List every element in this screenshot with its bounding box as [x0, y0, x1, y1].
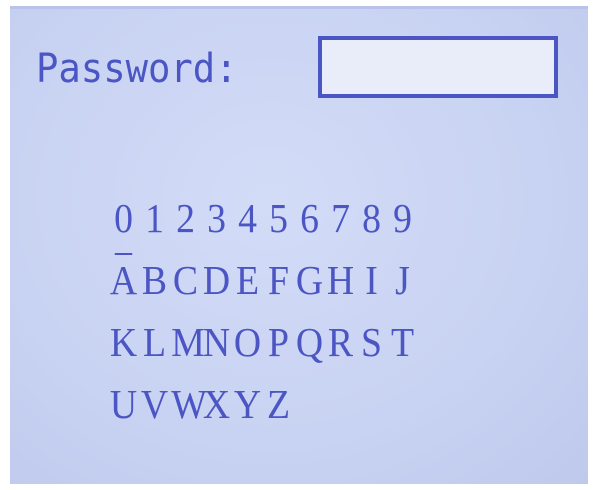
key-y[interactable]: Y [233, 380, 262, 428]
lcd-screen: Password: 0123456789 ABCDEFGHIJ KLMNOPQR… [10, 6, 588, 484]
key-8[interactable]: 8 [357, 194, 386, 242]
key-j[interactable]: J [388, 256, 417, 304]
key-d[interactable]: D [202, 256, 231, 304]
key-g[interactable]: G [295, 256, 324, 304]
key-o[interactable]: O [233, 318, 262, 366]
key-z[interactable]: Z [264, 380, 293, 428]
key-4[interactable]: 4 [233, 194, 262, 242]
key-2[interactable]: 2 [171, 194, 200, 242]
key-f[interactable]: F [264, 256, 293, 304]
character-keypad: 0123456789 ABCDEFGHIJ KLMNOPQRST UVWXYZ [108, 194, 418, 442]
key-p[interactable]: P [264, 318, 293, 366]
key-c[interactable]: C [171, 256, 200, 304]
key-x[interactable]: X [202, 380, 231, 428]
key-7[interactable]: 7 [326, 194, 355, 242]
keypad-row-a-j: ABCDEFGHIJ [108, 253, 418, 318]
key-3[interactable]: 3 [202, 194, 231, 242]
key-a[interactable]: A [109, 253, 138, 304]
key-b[interactable]: B [140, 256, 169, 304]
key-1[interactable]: 1 [140, 194, 169, 242]
keypad-row-u-z: UVWXYZ [108, 380, 418, 442]
key-w[interactable]: W [171, 380, 207, 428]
key-s[interactable]: S [357, 318, 386, 366]
password-field[interactable] [318, 36, 558, 98]
key-m[interactable]: M [171, 318, 205, 366]
keypad-row-digits: 0123456789 [108, 194, 418, 256]
key-q[interactable]: Q [295, 318, 324, 366]
key-u[interactable]: U [109, 380, 138, 428]
key-9[interactable]: 9 [388, 194, 417, 242]
key-6[interactable]: 6 [295, 194, 324, 242]
key-l[interactable]: L [140, 318, 169, 366]
key-k[interactable]: K [109, 318, 138, 366]
key-r[interactable]: R [326, 318, 355, 366]
password-label: Password: [36, 46, 238, 92]
key-i[interactable]: I [357, 256, 386, 304]
key-e[interactable]: E [233, 256, 262, 304]
key-0[interactable]: 0 [109, 194, 138, 242]
keypad-row-k-t: KLMNOPQRST [108, 318, 418, 380]
key-n[interactable]: N [202, 318, 231, 366]
key-v[interactable]: V [140, 380, 169, 428]
key-t[interactable]: T [388, 318, 417, 366]
key-5[interactable]: 5 [264, 194, 293, 242]
key-h[interactable]: H [326, 256, 355, 304]
